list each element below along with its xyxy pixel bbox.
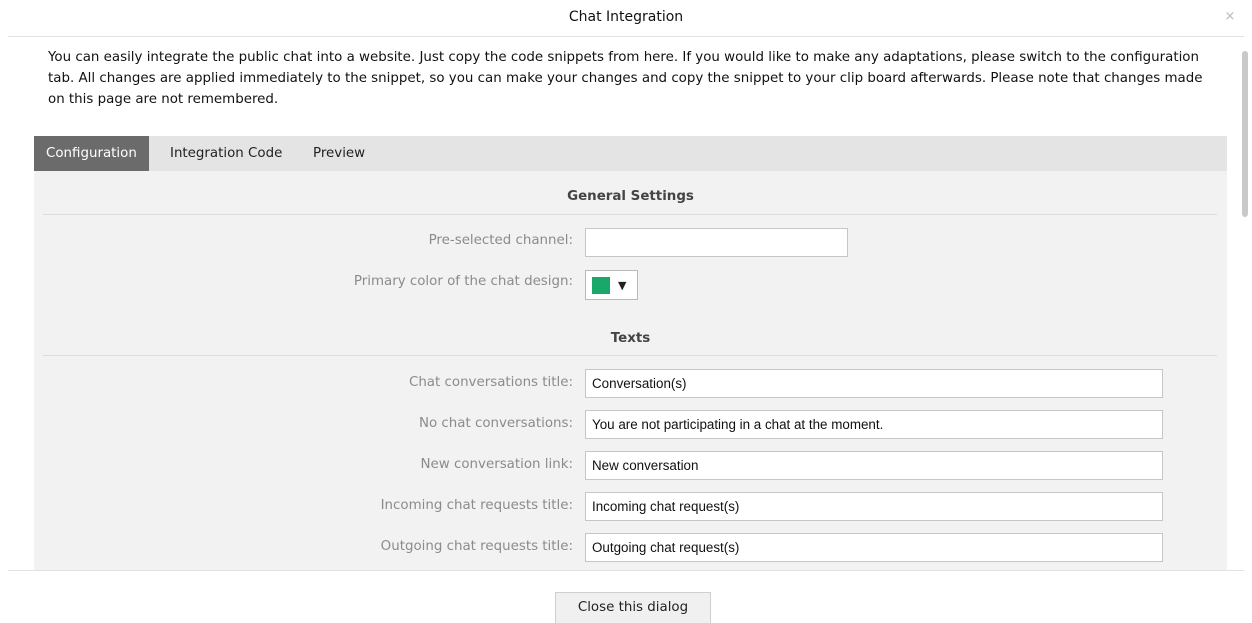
preselected-channel-input[interactable] (585, 228, 848, 257)
section-divider (43, 214, 1217, 215)
tab-integration-code[interactable]: Integration Code (158, 136, 294, 171)
tab-configuration[interactable]: Configuration (34, 136, 149, 171)
outgoing-chat-requests-title-label: Outgoing chat requests title: (380, 539, 573, 554)
section-heading-general-settings: General Settings (567, 189, 694, 204)
new-conversation-link-input[interactable] (585, 451, 1163, 480)
incoming-chat-requests-title-input[interactable] (585, 492, 1163, 521)
scrollbar-thumb[interactable] (1242, 51, 1248, 217)
close-icon[interactable]: × (1222, 9, 1238, 25)
chat-conversations-title-label: Chat conversations title: (408, 375, 573, 390)
section-divider (43, 355, 1217, 356)
chat-conversations-title-input[interactable] (585, 369, 1163, 398)
outgoing-chat-requests-title-input[interactable] (585, 533, 1163, 562)
tab-preview[interactable]: Preview (301, 136, 377, 171)
color-swatch (592, 277, 610, 294)
dialog-content[interactable]: You can easily integrate the public chat… (0, 37, 1252, 570)
no-chat-conversations-label: No chat conversations: (418, 416, 573, 431)
footer-divider (8, 570, 1244, 571)
color-picker[interactable]: ▼ (585, 270, 638, 300)
no-chat-conversations-input[interactable] (585, 410, 1163, 439)
preselected-channel-label: Pre-selected channel: (428, 233, 573, 248)
section-heading-texts: Texts (610, 331, 651, 346)
incoming-chat-requests-title-label: Incoming chat requests title: (380, 498, 573, 513)
chevron-down-icon: ▼ (618, 279, 627, 292)
dialog-title: Chat Integration (568, 9, 684, 25)
tabs-panel: Configuration Integration Code Preview G… (34, 136, 1227, 570)
primary-color-label: Primary color of the chat design: (353, 274, 573, 289)
tab-bar: Configuration Integration Code Preview (34, 136, 1227, 171)
intro-text: You can easily integrate the public chat… (48, 50, 1203, 107)
new-conversation-link-label: New conversation link: (420, 457, 573, 472)
close-dialog-button[interactable]: Close this dialog (555, 592, 711, 623)
